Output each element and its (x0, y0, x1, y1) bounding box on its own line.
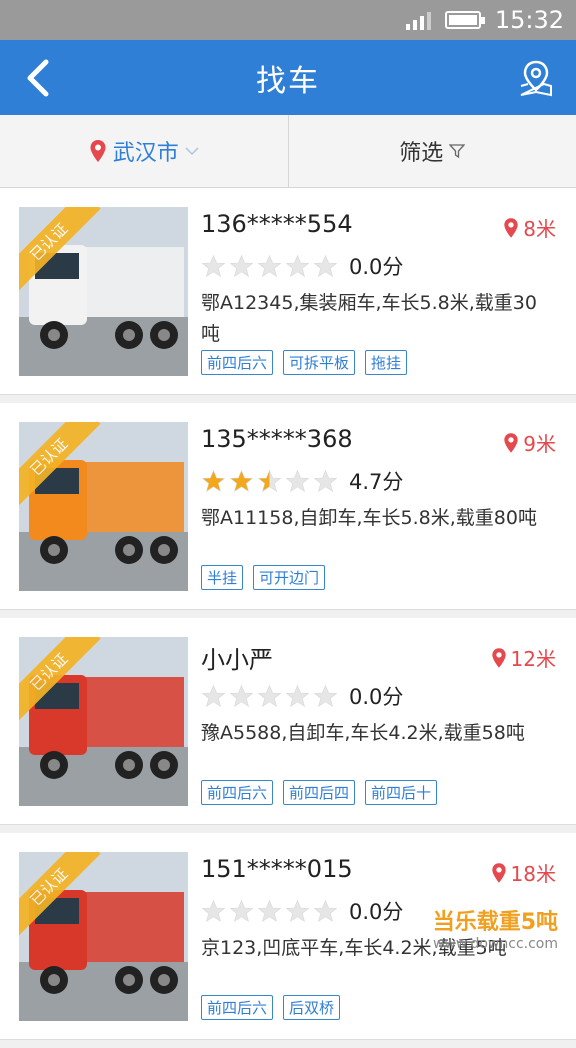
feature-tag: 半挂 (201, 565, 243, 590)
rating-stars: 4.7分 (201, 466, 403, 496)
page-title: 找车 (256, 56, 320, 100)
feature-tag: 前四后六 (201, 350, 273, 375)
filter-button[interactable]: 筛选 (289, 115, 576, 187)
star-icon (229, 684, 254, 709)
feature-tag: 拖挂 (365, 350, 407, 375)
star-icon (285, 469, 310, 494)
vehicle-list-item[interactable]: 已认证 小小严 12米 0.0分 豫A5588,自卸车,车长4.2米,载重58吨… (0, 618, 576, 825)
rating-score: 0.0分 (349, 681, 403, 711)
vehicle-description: 豫A5588,自卸车,车长4.2米,载重58吨 (201, 718, 541, 749)
watermark-line2: www.downcc.com (433, 936, 558, 952)
driver-name: 151*****015 (201, 855, 353, 883)
feature-tag: 可拆平板 (283, 350, 355, 375)
rating-score: 0.0分 (349, 251, 403, 281)
feature-tags: 半挂可开边门 (201, 565, 325, 590)
distance-value: 8米 (523, 213, 556, 242)
star-icon (201, 899, 226, 924)
filter-funnel-icon (449, 143, 465, 159)
feature-tags: 前四后六可拆平板拖挂 (201, 350, 407, 375)
distance-value: 12米 (511, 643, 556, 672)
filter-label: 筛选 (399, 135, 443, 167)
status-time: 15:32 (495, 6, 564, 34)
watermark: 当乐载重5吨 www.downcc.com (433, 904, 558, 952)
star-icon (229, 254, 254, 279)
truck-photo: 已认证 (19, 637, 188, 806)
vehicle-list-item[interactable]: 已认证 136*****554 8米 0.0分 鄂A12345,集装厢车,车长5… (0, 188, 576, 395)
rating-score: 4.7分 (349, 466, 403, 496)
star-icon (201, 684, 226, 709)
truck-photo: 已认证 (19, 852, 188, 1021)
driver-name: 136*****554 (201, 210, 353, 238)
city-label: 武汉市 (113, 135, 179, 167)
star-icon (285, 899, 310, 924)
star-icon (257, 899, 282, 924)
star-icon (257, 684, 282, 709)
feature-tag: 可开边门 (253, 565, 325, 590)
location-pin-icon (89, 139, 107, 163)
distance-value: 9米 (523, 428, 556, 457)
rating-stars: 0.0分 (201, 251, 403, 281)
feature-tag: 前四后十 (365, 780, 437, 805)
location-pin-icon (491, 647, 507, 669)
location-pin-icon (503, 217, 519, 239)
feature-tag: 后双桥 (283, 995, 340, 1020)
star-icon (313, 899, 338, 924)
feature-tags: 前四后六前四后四前四后十 (201, 780, 437, 805)
city-selector[interactable]: 武汉市 (0, 115, 289, 187)
app-bar: 找车 (0, 40, 576, 115)
filter-bar: 武汉市 筛选 (0, 115, 576, 188)
map-pin-icon[interactable] (516, 58, 556, 98)
star-icon (229, 469, 254, 494)
star-icon (285, 254, 310, 279)
star-icon (201, 254, 226, 279)
star-icon (257, 254, 282, 279)
status-bar: 15:32 (0, 0, 576, 40)
distance: 12米 (491, 643, 556, 672)
location-pin-icon (503, 432, 519, 454)
watermark-line1: 当乐载重5吨 (433, 904, 558, 936)
star-icon (201, 469, 226, 494)
battery-icon (445, 11, 481, 29)
vehicle-description: 鄂A12345,集装厢车,车长5.8米,载重30吨 (201, 288, 541, 350)
star-icon (229, 899, 254, 924)
vehicle-description: 鄂A11158,自卸车,车长5.8米,载重80吨 (201, 503, 541, 534)
truck-photo: 已认证 (19, 422, 188, 591)
feature-tag: 前四后六 (201, 780, 273, 805)
driver-name: 小小严 (201, 640, 273, 675)
feature-tag: 前四后四 (283, 780, 355, 805)
rating-stars: 0.0分 (201, 896, 403, 926)
rating-score: 0.0分 (349, 896, 403, 926)
star-icon (285, 684, 310, 709)
distance: 9米 (503, 428, 556, 457)
feature-tag: 前四后六 (201, 995, 273, 1020)
vehicle-list-item[interactable]: 已认证 135*****368 9米 4.7分 鄂A11158,自卸车,车长5.… (0, 403, 576, 610)
location-pin-icon (491, 862, 507, 884)
signal-icon (406, 10, 431, 30)
feature-tags: 前四后六后双桥 (201, 995, 340, 1020)
chevron-down-icon (185, 146, 199, 156)
truck-photo: 已认证 (19, 207, 188, 376)
back-arrow-icon[interactable] (18, 56, 58, 100)
rating-stars: 0.0分 (201, 681, 403, 711)
driver-name: 135*****368 (201, 425, 353, 453)
distance: 8米 (503, 213, 556, 242)
distance-value: 18米 (511, 858, 556, 887)
star-icon (313, 254, 338, 279)
star-icon (257, 469, 282, 494)
star-icon (313, 469, 338, 494)
star-icon (313, 684, 338, 709)
distance: 18米 (491, 858, 556, 887)
